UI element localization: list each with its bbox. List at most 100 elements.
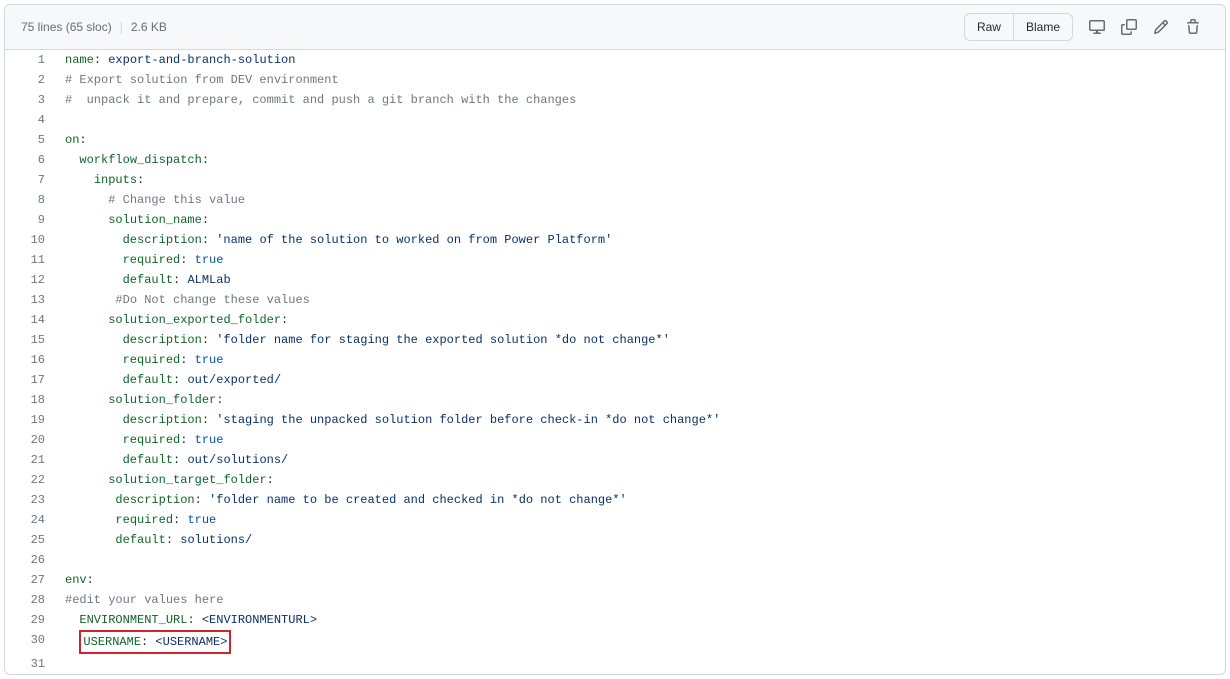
line-content: USERNAME: <USERNAME> — [55, 630, 1225, 654]
code-line: 26 — [5, 550, 1225, 570]
code-line: 21 default: out/solutions/ — [5, 450, 1225, 470]
line-content: solution_exported_folder: — [55, 310, 1225, 330]
code-line: 14 solution_exported_folder: — [5, 310, 1225, 330]
lines-count: 75 lines (65 sloc) — [21, 20, 112, 34]
line-number[interactable]: 16 — [5, 350, 55, 370]
line-number[interactable]: 30 — [5, 630, 55, 654]
line-number[interactable]: 17 — [5, 370, 55, 390]
line-number[interactable]: 9 — [5, 210, 55, 230]
line-content: solution_target_folder: — [55, 470, 1225, 490]
line-number[interactable]: 15 — [5, 330, 55, 350]
line-content: required: true — [55, 350, 1225, 370]
line-content: description: 'folder name to be created … — [55, 490, 1225, 510]
code-line: 30 USERNAME: <USERNAME> — [5, 630, 1225, 654]
button-group: Raw Blame — [964, 13, 1073, 41]
line-content: # Export solution from DEV environment — [55, 70, 1225, 90]
copy-icon — [1121, 19, 1137, 35]
line-content: #Do Not change these values — [55, 290, 1225, 310]
line-number[interactable]: 3 — [5, 90, 55, 110]
line-content: default: solutions/ — [55, 530, 1225, 550]
line-number[interactable]: 27 — [5, 570, 55, 590]
line-number[interactable]: 6 — [5, 150, 55, 170]
code-line: 9 solution_name: — [5, 210, 1225, 230]
line-content — [55, 654, 1225, 674]
code-line: 1name: export-and-branch-solution — [5, 50, 1225, 70]
line-content: default: ALMLab — [55, 270, 1225, 290]
line-content: on: — [55, 130, 1225, 150]
code-line: 17 default: out/exported/ — [5, 370, 1225, 390]
line-number[interactable]: 1 — [5, 50, 55, 70]
line-number[interactable]: 4 — [5, 110, 55, 130]
line-content: required: true — [55, 510, 1225, 530]
desktop-button[interactable] — [1081, 13, 1113, 41]
line-content: # Change this value — [55, 190, 1225, 210]
code-line: 6 workflow_dispatch: — [5, 150, 1225, 170]
line-content: workflow_dispatch: — [55, 150, 1225, 170]
line-content: solution_folder: — [55, 390, 1225, 410]
code-line: 29 ENVIRONMENT_URL: <ENVIRONMENTURL> — [5, 610, 1225, 630]
line-number[interactable]: 22 — [5, 470, 55, 490]
line-number[interactable]: 7 — [5, 170, 55, 190]
code-line: 16 required: true — [5, 350, 1225, 370]
code-area: 1name: export-and-branch-solution2# Expo… — [5, 50, 1225, 674]
line-number[interactable]: 29 — [5, 610, 55, 630]
line-number[interactable]: 19 — [5, 410, 55, 430]
line-number[interactable]: 21 — [5, 450, 55, 470]
delete-button[interactable] — [1177, 13, 1209, 41]
line-number[interactable]: 23 — [5, 490, 55, 510]
code-line: 28#edit your values here — [5, 590, 1225, 610]
code-line: 8 # Change this value — [5, 190, 1225, 210]
line-content: # unpack it and prepare, commit and push… — [55, 90, 1225, 110]
line-content: env: — [55, 570, 1225, 590]
code-line: 25 default: solutions/ — [5, 530, 1225, 550]
code-line: 20 required: true — [5, 430, 1225, 450]
line-content: description: 'name of the solution to wo… — [55, 230, 1225, 250]
line-number[interactable]: 14 — [5, 310, 55, 330]
line-number[interactable]: 20 — [5, 430, 55, 450]
line-number[interactable]: 26 — [5, 550, 55, 570]
code-line: 23 description: 'folder name to be creat… — [5, 490, 1225, 510]
blame-button[interactable]: Blame — [1014, 13, 1073, 41]
pencil-icon — [1153, 19, 1169, 35]
file-size: 2.6 KB — [131, 20, 167, 34]
line-number[interactable]: 25 — [5, 530, 55, 550]
line-number[interactable]: 2 — [5, 70, 55, 90]
line-content — [55, 110, 1225, 130]
line-number[interactable]: 13 — [5, 290, 55, 310]
code-line: 19 description: 'staging the unpacked so… — [5, 410, 1225, 430]
line-number[interactable]: 28 — [5, 590, 55, 610]
code-line: 12 default: ALMLab — [5, 270, 1225, 290]
file-actions: Raw Blame — [964, 13, 1209, 41]
line-number[interactable]: 24 — [5, 510, 55, 530]
line-number[interactable]: 10 — [5, 230, 55, 250]
raw-button[interactable]: Raw — [964, 13, 1014, 41]
trash-icon — [1185, 19, 1201, 35]
line-number[interactable]: 12 — [5, 270, 55, 290]
line-number[interactable]: 18 — [5, 390, 55, 410]
code-line: 4 — [5, 110, 1225, 130]
line-number[interactable]: 31 — [5, 654, 55, 674]
line-content: solution_name: — [55, 210, 1225, 230]
code-line: 18 solution_folder: — [5, 390, 1225, 410]
divider: | — [120, 20, 123, 34]
code-line: 27env: — [5, 570, 1225, 590]
code-line: 24 required: true — [5, 510, 1225, 530]
line-content: description: 'folder name for staging th… — [55, 330, 1225, 350]
file-container: 75 lines (65 sloc) | 2.6 KB Raw Blame 1n… — [4, 4, 1226, 675]
code-line: 11 required: true — [5, 250, 1225, 270]
line-content: default: out/exported/ — [55, 370, 1225, 390]
code-line: 15 description: 'folder name for staging… — [5, 330, 1225, 350]
edit-button[interactable] — [1145, 13, 1177, 41]
line-content: default: out/solutions/ — [55, 450, 1225, 470]
code-line: 10 description: 'name of the solution to… — [5, 230, 1225, 250]
line-number[interactable]: 8 — [5, 190, 55, 210]
line-content: #edit your values here — [55, 590, 1225, 610]
file-info: 75 lines (65 sloc) | 2.6 KB — [21, 20, 167, 34]
copy-button[interactable] — [1113, 13, 1145, 41]
code-line: 7 inputs: — [5, 170, 1225, 190]
line-number[interactable]: 11 — [5, 250, 55, 270]
line-content: description: 'staging the unpacked solut… — [55, 410, 1225, 430]
line-number[interactable]: 5 — [5, 130, 55, 150]
line-content: name: export-and-branch-solution — [55, 50, 1225, 70]
file-header: 75 lines (65 sloc) | 2.6 KB Raw Blame — [5, 5, 1225, 50]
